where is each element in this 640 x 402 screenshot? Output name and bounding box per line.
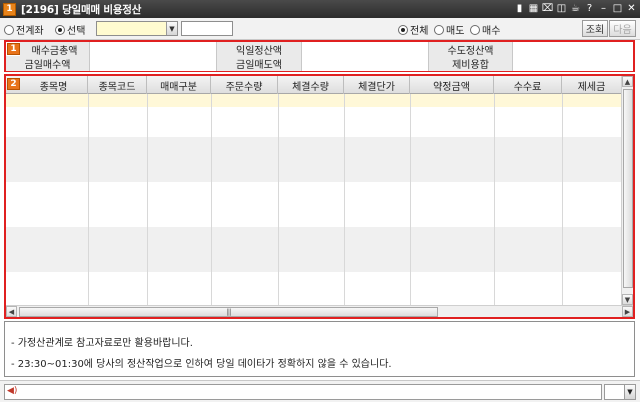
- table-row[interactable]: [6, 242, 621, 257]
- chevron-down-icon[interactable]: ▼: [166, 22, 177, 35]
- grid-header: 종목명 종목코드 매매구분 주문수량 체결수량 체결단가 약정금액 수수료 제세…: [6, 76, 621, 94]
- status-message-field: ◀): [4, 384, 602, 400]
- today-buy-value: [90, 56, 217, 71]
- col-trade-type[interactable]: 매매구분: [147, 76, 211, 94]
- column-divider: [562, 94, 563, 305]
- radio-selected-icon: [398, 24, 408, 35]
- delivery-settlement-label: 수도정산액: [429, 42, 513, 57]
- today-sell-label: 금일매도액: [217, 56, 302, 71]
- col-commission[interactable]: 수수료: [494, 76, 562, 94]
- table-row[interactable]: [6, 152, 621, 167]
- notes-panel: - 가정산관계로 참고자료로만 활용바랍니다. - 23:30~01:30에 당…: [4, 321, 635, 377]
- all-accounts-radio[interactable]: 전계좌: [4, 22, 44, 37]
- radio-circle-icon: [4, 24, 14, 35]
- column-divider: [147, 94, 148, 305]
- close-icon[interactable]: ✕: [625, 1, 638, 16]
- pin-icon[interactable]: ▮: [513, 1, 526, 16]
- table-row-selected[interactable]: [6, 94, 621, 107]
- today-sell-value: [302, 56, 429, 71]
- select-account-radio[interactable]: 선택: [55, 22, 85, 37]
- table-row[interactable]: [6, 272, 621, 287]
- buy-total-value: [90, 42, 217, 57]
- delivery-settlement-value: [513, 42, 633, 57]
- trade-all-label: 전체: [410, 26, 429, 37]
- vertical-scroll-thumb[interactable]: [623, 89, 633, 288]
- radio-circle-icon: [434, 24, 444, 35]
- col-tax[interactable]: 제세금: [562, 76, 621, 94]
- screen-number-badge: 1: [3, 2, 16, 16]
- status-combo[interactable]: ▼: [604, 384, 636, 400]
- col-filled-price[interactable]: 체결단가: [344, 76, 410, 94]
- trade-all-radio[interactable]: 전체: [398, 22, 428, 37]
- table-row[interactable]: [6, 212, 621, 227]
- table-row[interactable]: [6, 197, 621, 212]
- col-filled-qty[interactable]: 체결수량: [278, 76, 344, 94]
- maximize-icon[interactable]: □: [611, 1, 624, 16]
- save-icon[interactable]: ▦: [527, 1, 540, 16]
- summary-badge: 1: [7, 43, 20, 55]
- table-row[interactable]: [6, 167, 621, 182]
- summary-panel: 1 매수금총액 익일정산액 수도정산액 금일매수액 금일매도액 제비용합: [4, 40, 635, 72]
- col-order-qty[interactable]: 주문수량: [211, 76, 278, 94]
- table-row[interactable]: [6, 227, 621, 242]
- note-line: - 가정산관계로 참고자료로만 활용바랍니다.: [11, 338, 193, 349]
- alert-icon[interactable]: ☕: [569, 1, 582, 16]
- title-bar-controls: ▮ ▦ ⌧ ◫ ☕ ? – □ ✕: [513, 1, 638, 16]
- col-contract-amount[interactable]: 약정금액: [410, 76, 494, 94]
- table-row[interactable]: [6, 257, 621, 272]
- table-row[interactable]: [6, 107, 621, 122]
- radio-circle-icon: [470, 24, 480, 35]
- select-label: 선택: [67, 26, 86, 37]
- grid-badge: 2: [7, 78, 20, 90]
- horizontal-scroll-thumb[interactable]: |||: [19, 307, 438, 317]
- note-line: - 23:30~01:30에 당사의 정산작업으로 인하여 당일 데이타가 정확…: [11, 359, 392, 370]
- help-icon[interactable]: ?: [583, 1, 596, 16]
- status-bar: ◀) ▼: [0, 380, 640, 402]
- next-day-settlement-value: [302, 42, 429, 57]
- sell-label: 매도: [446, 26, 465, 37]
- scroll-left-icon[interactable]: ◀: [6, 306, 17, 317]
- next-day-settlement-label: 익일정산액: [217, 42, 302, 57]
- total-fees-label: 제비용합: [429, 56, 513, 71]
- link-icon[interactable]: ◫: [555, 1, 568, 16]
- scroll-down-icon[interactable]: ▼: [622, 294, 633, 305]
- horizontal-scrollbar[interactable]: ◀ ||| ▶: [6, 305, 633, 317]
- next-button[interactable]: 다음: [609, 20, 636, 37]
- speaker-icon[interactable]: ◀): [7, 386, 17, 396]
- query-button[interactable]: 조회: [582, 20, 608, 37]
- table-row[interactable]: [6, 122, 621, 137]
- column-divider: [494, 94, 495, 305]
- scroll-up-icon[interactable]: ▲: [622, 76, 633, 87]
- col-stock-code[interactable]: 종목코드: [88, 76, 147, 94]
- table-row[interactable]: [6, 182, 621, 197]
- trade-grid: 종목명 종목코드 매매구분 주문수량 체결수량 체결단가 약정금액 수수료 제세…: [4, 74, 635, 319]
- scroll-right-icon[interactable]: ▶: [622, 306, 633, 317]
- total-fees-value: [513, 56, 633, 71]
- column-divider: [410, 94, 411, 305]
- table-row[interactable]: [6, 287, 621, 305]
- title-bar: 1 [2196] 당일매매 비용정산 ▮ ▦ ⌧ ◫ ☕ ? – □ ✕: [0, 0, 640, 18]
- column-divider: [344, 94, 345, 305]
- column-divider: [211, 94, 212, 305]
- settings-icon[interactable]: ⌧: [541, 1, 554, 16]
- buy-radio[interactable]: 매수: [470, 22, 500, 37]
- all-accounts-label: 전계좌: [16, 26, 44, 37]
- minimize-icon[interactable]: –: [597, 1, 610, 16]
- table-row[interactable]: [6, 137, 621, 152]
- radio-selected-icon: [55, 24, 65, 35]
- buy-label: 매수: [482, 26, 501, 37]
- column-divider: [88, 94, 89, 305]
- today-buy-label: 금일매수액: [6, 56, 90, 71]
- account-name-field: [181, 21, 233, 36]
- sell-radio[interactable]: 매도: [434, 22, 464, 37]
- window-title: [2196] 당일매매 비용정산: [21, 3, 142, 16]
- chevron-down-icon[interactable]: ▼: [624, 385, 635, 399]
- buy-total-label: 매수금총액: [20, 42, 90, 57]
- vertical-scrollbar[interactable]: ▲ ▼: [621, 76, 633, 305]
- column-divider: [278, 94, 279, 305]
